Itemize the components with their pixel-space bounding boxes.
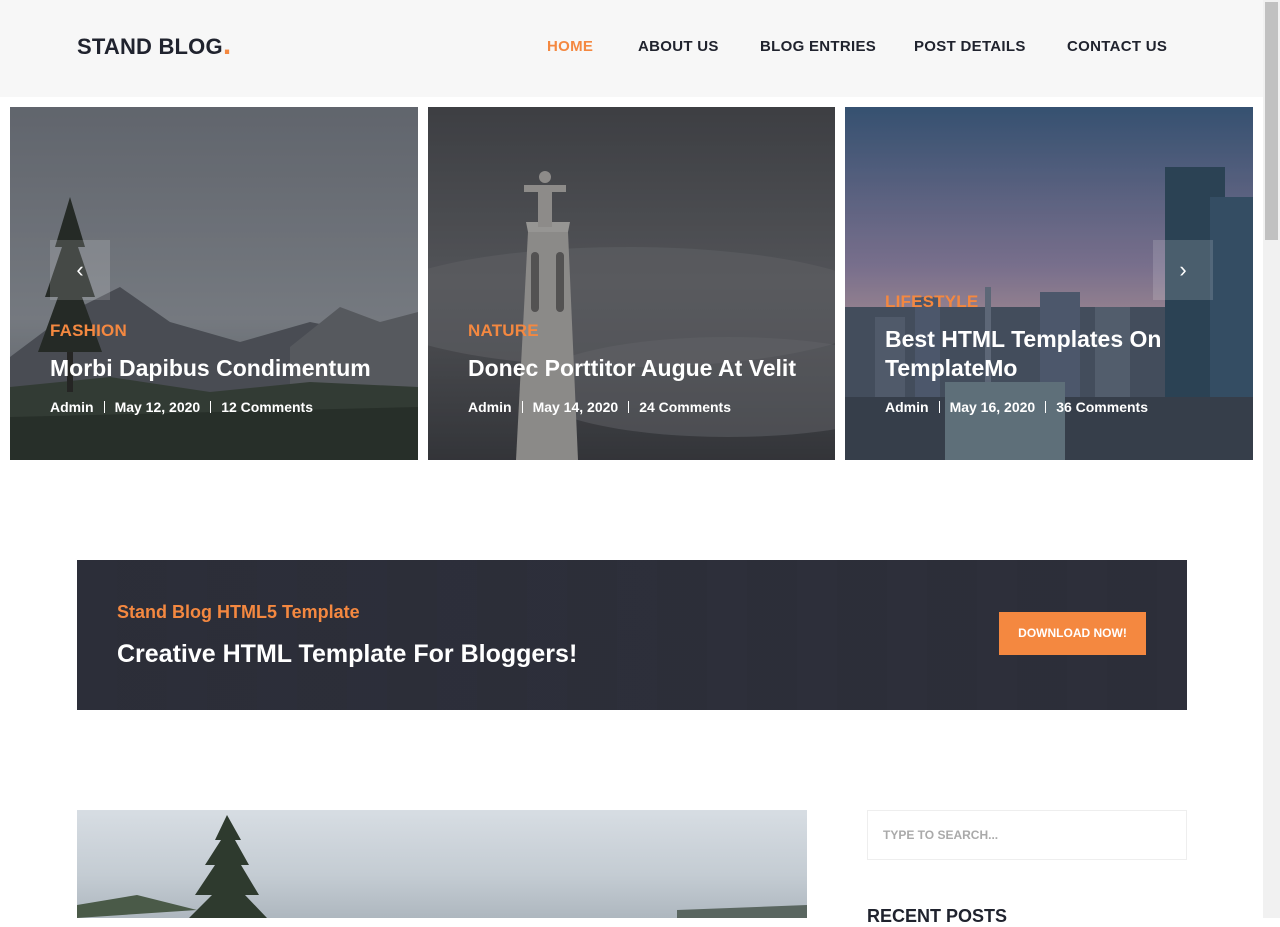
meta-divider xyxy=(210,401,212,413)
card-category[interactable]: NATURE xyxy=(468,321,539,341)
meta-divider xyxy=(521,401,523,413)
cta-banner: Stand Blog HTML5 Template Creative HTML … xyxy=(77,560,1187,710)
meta-divider xyxy=(1045,401,1047,413)
banner-subtitle: Stand Blog HTML5 Template xyxy=(117,602,360,622)
nav-about-us[interactable]: ABOUT US xyxy=(638,38,719,55)
card-meta: Admin May 14, 2020 24 Comments xyxy=(468,399,731,415)
card-date[interactable]: May 12, 2020 xyxy=(115,399,201,415)
page-scrollbar[interactable] xyxy=(1263,0,1280,918)
post-image[interactable] xyxy=(77,810,807,918)
card-category[interactable]: LIFESTYLE xyxy=(885,292,978,312)
nav-home[interactable]: HOME xyxy=(547,38,593,55)
card-title[interactable]: Morbi Dapibus Condimentum xyxy=(50,354,388,383)
card-author[interactable]: Admin xyxy=(885,399,929,415)
nav-contact-us[interactable]: CONTACT US xyxy=(1067,38,1167,55)
carousel-prev-button[interactable]: ‹ xyxy=(50,240,110,300)
scrollbar-thumb[interactable] xyxy=(1265,2,1278,240)
card-meta: Admin May 16, 2020 36 Comments xyxy=(885,399,1148,415)
card-category[interactable]: FASHION xyxy=(50,321,127,341)
carousel-next-button[interactable]: › xyxy=(1153,240,1213,300)
chevron-left-icon: ‹ xyxy=(76,257,84,282)
card-comments[interactable]: 36 Comments xyxy=(1056,399,1148,415)
meta-divider xyxy=(628,401,630,413)
card-comments[interactable]: 24 Comments xyxy=(639,399,731,415)
logo-dot: . xyxy=(222,28,232,61)
card-title[interactable]: Donec Porttitor Augue At Velit xyxy=(468,354,805,383)
nav-blog-entries[interactable]: BLOG ENTRIES xyxy=(760,38,876,55)
card-date[interactable]: May 14, 2020 xyxy=(533,399,619,415)
card-title[interactable]: Best HTML Templates On TemplateMo xyxy=(885,325,1223,383)
card-meta: Admin May 12, 2020 12 Comments xyxy=(50,399,313,415)
chevron-right-icon: › xyxy=(1179,257,1187,282)
download-now-button[interactable]: DOWNLOAD NOW! xyxy=(999,612,1146,655)
card-author[interactable]: Admin xyxy=(50,399,94,415)
site-header: STAND BLOG. HOME ABOUT US BLOG ENTRIES P… xyxy=(0,0,1263,97)
meta-divider xyxy=(938,401,940,413)
card-comments[interactable]: 12 Comments xyxy=(221,399,313,415)
site-logo[interactable]: STAND BLOG. xyxy=(77,30,231,60)
carousel-card-nature[interactable]: NATURE Donec Porttitor Augue At Velit Ad… xyxy=(428,107,835,460)
sidebar-search xyxy=(867,810,1187,860)
search-input[interactable] xyxy=(868,811,1186,859)
meta-divider xyxy=(103,401,105,413)
banner-title: Creative HTML Template For Bloggers! xyxy=(117,640,578,668)
card-date[interactable]: May 16, 2020 xyxy=(950,399,1036,415)
recent-posts-heading: RECENT POSTS xyxy=(867,906,1008,926)
logo-text: STAND BLOG xyxy=(77,34,223,59)
nav-post-details[interactable]: POST DETAILS xyxy=(914,38,1026,55)
card-author[interactable]: Admin xyxy=(468,399,512,415)
